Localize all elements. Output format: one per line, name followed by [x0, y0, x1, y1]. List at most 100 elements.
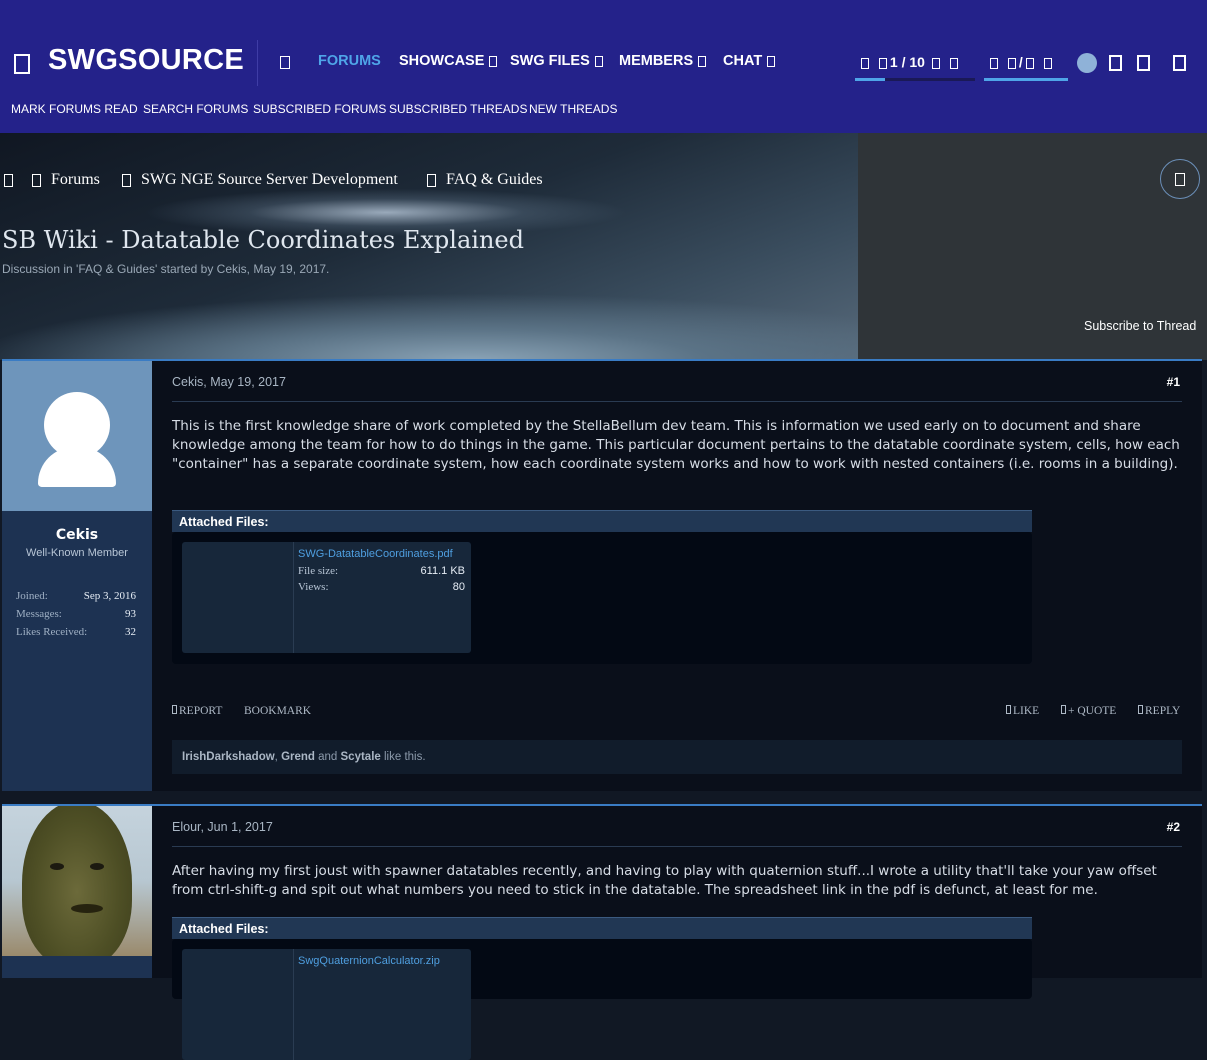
mail-icon: [1007, 57, 1016, 69]
search-icon[interactable]: [1173, 55, 1186, 71]
home-icon[interactable]: [280, 56, 290, 69]
attachment-thumbnail[interactable]: [182, 542, 294, 653]
views-value: 80: [452, 581, 465, 593]
bookmark-icon: [1175, 173, 1185, 186]
attachment-item[interactable]: SWG-DatatableCoordinates.pdf File size: 6…: [182, 542, 471, 653]
alerts-counter[interactable]: /: [987, 54, 1055, 70]
stat-label: Likes Received:: [16, 626, 88, 638]
reply-label: REPLY: [1145, 705, 1181, 717]
stat-value[interactable]: 93: [125, 608, 136, 620]
stat-value: Sep 3, 2016: [83, 590, 136, 602]
nav-forums-label: FORUMS: [318, 53, 381, 69]
author-name[interactable]: Cekis: [2, 527, 152, 543]
likes-suffix: like this.: [380, 751, 426, 763]
nav-divider: [257, 40, 258, 86]
breadcrumb-home-icon[interactable]: [4, 171, 23, 189]
breadcrumb-section[interactable]: SWG NGE Source Server Development: [122, 171, 398, 189]
nav-chat[interactable]: CHAT: [723, 53, 776, 69]
attached-files-header: Attached Files:: [172, 510, 1032, 532]
thread-subtitle: Discussion in 'FAQ & Guides' started by …: [2, 262, 330, 276]
post-body: After having my first joust with spawner…: [172, 863, 1157, 898]
notifications-button-icon[interactable]: [1137, 55, 1150, 71]
post-author-sidebar: [2, 806, 152, 978]
chevron-down-icon: [594, 55, 603, 67]
default-avatar-body: [38, 447, 116, 487]
last-page-icon[interactable]: [949, 57, 958, 69]
liker-name[interactable]: Scytale: [341, 751, 381, 763]
like-label: LIKE: [1013, 705, 1040, 717]
post-number[interactable]: #1: [1167, 375, 1180, 389]
nav-showcase-label: SHOWCASE: [399, 53, 485, 69]
thread-title: SB Wiki - Datatable Coordinates Explaine…: [2, 226, 524, 254]
quote-button[interactable]: + QUOTE: [1061, 705, 1116, 717]
subnav-subscribed-threads[interactable]: SUBSCRIBED THREADS: [389, 102, 527, 116]
chevron-down-icon: [767, 55, 776, 67]
bookmark-button[interactable]: BOOKMARK: [244, 705, 311, 717]
report-button[interactable]: REPORT: [172, 705, 222, 717]
subscribe-to-thread-link[interactable]: Subscribe to Thread: [1084, 319, 1196, 333]
size-value: 611.1 KB: [420, 565, 465, 577]
attachment-item[interactable]: SwgQuaternionCalculator.zip: [182, 949, 471, 1060]
liker-name[interactable]: Grend: [281, 751, 315, 763]
chevron-down-icon: [698, 55, 707, 67]
attachments-panel: SWG-DatatableCoordinates.pdf File size: 6…: [172, 532, 1032, 664]
breadcrumb-forums-label: Forums: [51, 171, 100, 188]
page-counter[interactable]: 1 / 10: [858, 54, 961, 70]
menu-icon[interactable]: [14, 54, 30, 74]
post-number[interactable]: #2: [1167, 820, 1180, 834]
avatar[interactable]: [2, 806, 152, 956]
counter-progress-bar: [855, 78, 885, 81]
liker-name[interactable]: IrishDarkshadow: [182, 751, 275, 763]
alert-icon: [1043, 57, 1052, 69]
alerts-underline: [984, 78, 1068, 81]
nav-swg-files[interactable]: SWG FILES: [510, 53, 603, 69]
report-label: REPORT: [179, 705, 223, 717]
post-date[interactable]: Cekis, May 19, 2017: [172, 375, 286, 389]
post-body: This is the first knowledge share of wor…: [172, 418, 1180, 472]
page-counter-text: 1 / 10: [889, 54, 925, 70]
site-logo[interactable]: SWGSOURCE: [48, 44, 244, 77]
flag-icon: [172, 705, 177, 714]
breadcrumb-section-label: SWG NGE Source Server Development: [141, 171, 398, 188]
avatar-mouth: [71, 904, 103, 913]
nav-members-label: MEMBERS: [619, 53, 694, 69]
attachment-filename[interactable]: SwgQuaternionCalculator.zip: [298, 955, 440, 967]
nav-chat-label: CHAT: [723, 53, 763, 69]
nav-swg-files-label: SWG FILES: [510, 53, 590, 69]
subnav-search-forums[interactable]: SEARCH FORUMS: [143, 102, 248, 116]
top-navigation-bar: SWGSOURCE FORUMS SHOWCASE SWG FILES MEMB…: [0, 0, 1207, 133]
chevron-left-icon[interactable]: [861, 57, 869, 69]
stat-likes-received: Likes Received: 32: [16, 626, 136, 638]
stat-label: Messages:: [16, 608, 62, 620]
likes-summary: IrishDarkshadow, Grend and Scytale like …: [172, 740, 1182, 774]
breadcrumb-forums[interactable]: Forums: [32, 171, 100, 189]
subnav-new-threads[interactable]: NEW THREADS: [529, 102, 617, 116]
subnav-mark-forums-read[interactable]: MARK FORUMS READ: [11, 102, 138, 116]
inbox-button-icon[interactable]: [1109, 55, 1122, 71]
attachment-thumbnail[interactable]: [182, 949, 294, 1060]
attached-files-header: Attached Files:: [172, 917, 1032, 939]
views-label: Views:: [298, 581, 329, 593]
quote-label: + QUOTE: [1068, 705, 1117, 717]
avatar-face: [22, 806, 132, 956]
nav-members[interactable]: MEMBERS: [619, 53, 707, 69]
reply-button[interactable]: REPLY: [1138, 705, 1180, 717]
attachment-filename[interactable]: SWG-DatatableCoordinates.pdf: [298, 548, 453, 560]
chevron-right-icon[interactable]: [931, 57, 940, 69]
like-button[interactable]: LIKE: [1006, 705, 1039, 717]
chevron-down-icon: [489, 55, 498, 67]
breadcrumb-category[interactable]: FAQ & Guides: [427, 171, 543, 189]
post-date[interactable]: Elour, Jun 1, 2017: [172, 820, 273, 834]
counter-progress-track: [885, 78, 975, 81]
reply-icon: [1138, 705, 1143, 714]
subnav-subscribed-forums[interactable]: SUBSCRIBED FORUMS: [253, 102, 386, 116]
nav-showcase[interactable]: SHOWCASE: [399, 53, 498, 69]
user-avatar-icon[interactable]: [1077, 53, 1097, 73]
chevron-right-icon: [32, 173, 41, 187]
quote-icon: [1061, 705, 1066, 714]
thread-tools-button[interactable]: [1160, 159, 1200, 199]
page-icon: [878, 57, 887, 69]
avatar[interactable]: [2, 361, 152, 511]
attachment-size: File size: 611.1 KB: [298, 565, 465, 577]
nav-forums[interactable]: FORUMS: [318, 53, 381, 69]
